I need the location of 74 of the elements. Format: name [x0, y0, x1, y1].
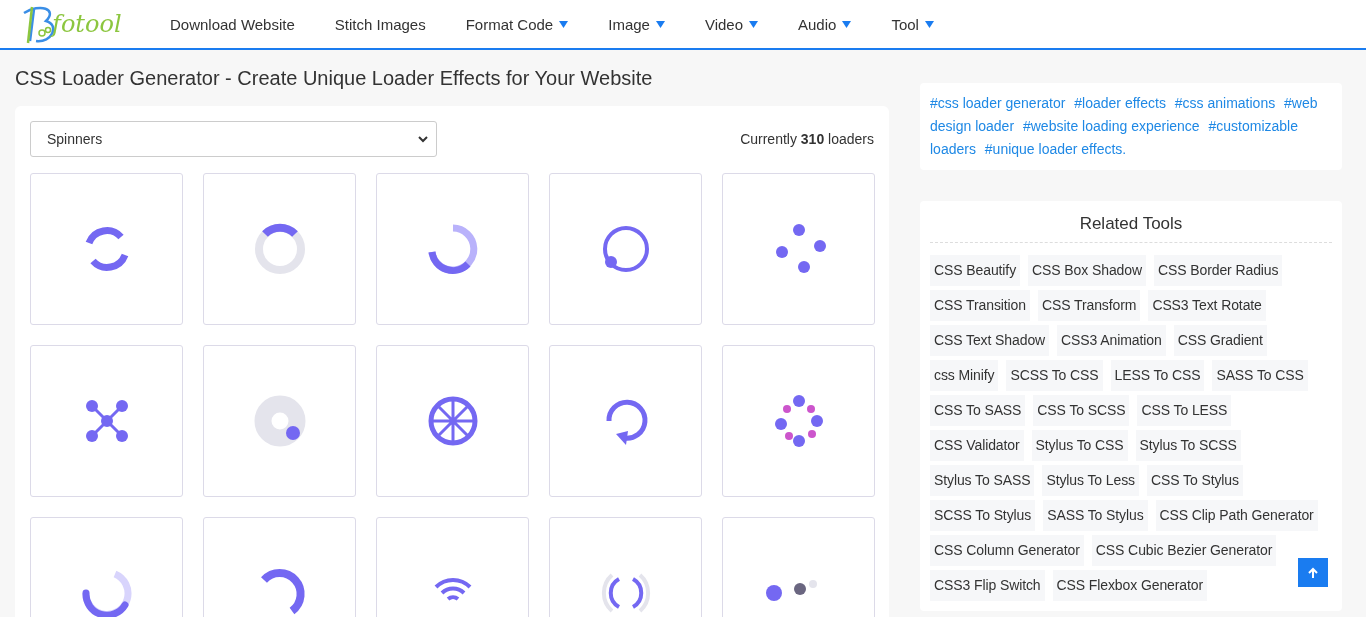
caret-icon — [924, 20, 934, 28]
related-tool-chip[interactable]: CSS Text Shadow — [930, 325, 1050, 356]
back-to-top-button[interactable] — [1298, 558, 1328, 587]
related-tool-chip[interactable]: Stylus To SCSS — [1135, 430, 1241, 461]
nav-link[interactable]: Format Code — [465, 15, 569, 33]
spinner-icon — [254, 395, 305, 447]
related-tool-chip[interactable]: Stylus To SASS — [930, 465, 1035, 496]
loader-tile[interactable] — [203, 173, 356, 325]
related-tool-chip[interactable]: SASS To Stylus — [1043, 500, 1148, 531]
related-tool-chip[interactable]: CSS Flexbox Generator — [1052, 570, 1208, 601]
nav-link[interactable]: Tool — [891, 15, 934, 33]
related-tool-chip[interactable]: SASS To CSS — [1212, 360, 1308, 391]
caret-icon — [842, 20, 852, 28]
page-title: CSS Loader Generator - Create Unique Loader Effects for Your Website — [15, 67, 654, 90]
loader-tile[interactable] — [30, 345, 183, 497]
related-tool-chip[interactable]: CSS3 Flip Switch — [930, 570, 1045, 601]
related-tool-chip[interactable]: CSS To Stylus — [1147, 465, 1243, 496]
nav-link[interactable]: Stitch Images — [334, 15, 426, 33]
category-select[interactable]: Spinners — [30, 121, 437, 157]
nav-link[interactable]: Audio — [798, 15, 852, 33]
section-title: Related Tools — [930, 211, 1332, 243]
dots-icon — [775, 224, 826, 273]
related-tool-chip[interactable]: LESS To CSS — [1110, 360, 1205, 391]
loader-tile[interactable] — [722, 173, 875, 325]
related-tool-chip[interactable]: CSS To LESS — [1137, 395, 1232, 426]
related-tool-chip[interactable]: CSS To SASS — [930, 395, 1026, 426]
refresh-icon — [606, 399, 647, 445]
caret-icon — [559, 20, 569, 28]
related-tool-chip[interactable]: Stylus To CSS — [1031, 430, 1128, 461]
related-tool-chip[interactable]: Stylus To Less — [1042, 465, 1139, 496]
spinner-icon — [85, 227, 128, 271]
related-tool-chip[interactable]: CSS Transform — [1038, 290, 1141, 321]
nav-link[interactable]: Video — [704, 15, 758, 33]
related-tool-chip[interactable]: CSS3 Animation — [1057, 325, 1166, 356]
nav-link[interactable]: Image — [608, 15, 665, 33]
related-tool-chip[interactable]: CSS Cubic Bezier Generator — [1091, 535, 1277, 566]
loader-tile[interactable] — [549, 345, 702, 497]
nav-link[interactable]: Download Website — [170, 15, 295, 33]
loader-tile[interactable] — [376, 345, 529, 497]
arrow-up-icon — [1307, 566, 1319, 579]
related-tool-chip[interactable]: CSS Box Shadow — [1028, 255, 1146, 286]
caret-icon — [749, 20, 758, 28]
signal-icon — [601, 573, 650, 613]
related-tool-chip[interactable]: CSS To SCSS — [1033, 395, 1130, 426]
spinner-icon — [82, 570, 131, 617]
wheel-icon — [428, 396, 477, 446]
spinner-icon — [254, 223, 305, 274]
related-tool-chip[interactable]: CSS Transition — [930, 290, 1030, 321]
loader-tile[interactable] — [203, 345, 356, 497]
nodes-icon — [85, 400, 128, 442]
related-tool-chip[interactable]: SCSS To CSS — [1006, 360, 1103, 391]
related-tool-chip[interactable]: CSS Validator — [930, 430, 1024, 461]
spinner-icon — [428, 224, 477, 274]
loader-tile[interactable] — [376, 173, 529, 325]
loader-tile[interactable] — [30, 173, 183, 325]
hashtag-list: #css loader generator #loader effects #css animations #web design loader #website loading experience #customizable loaders #unique loader effects. — [930, 92, 1332, 161]
related-tool-chip[interactable]: CSS Gradient — [1173, 325, 1267, 356]
loader-count: Currently 310 loaders — [740, 131, 874, 147]
chevron-icon — [418, 135, 428, 143]
related-tool-chip[interactable]: CSS Border Radius — [1153, 255, 1283, 286]
loader-tile[interactable] — [722, 345, 875, 497]
related-tool-chip[interactable]: CSS3 Text Rotate — [1148, 290, 1266, 321]
related-tool-chip[interactable]: css Minify — [930, 360, 999, 391]
spinner-icon — [260, 569, 305, 615]
related-tool-chip[interactable]: CSS Clip Path Generator — [1155, 500, 1318, 531]
caret-icon — [655, 20, 665, 28]
wifi-icon — [433, 578, 472, 601]
related-tool-chip[interactable]: CSS Beautify — [930, 255, 1021, 286]
dots-icon — [774, 395, 823, 447]
loader-tile[interactable] — [549, 173, 702, 325]
dots-icon — [765, 580, 817, 601]
related-tool-chip[interactable]: SCSS To Stylus — [930, 500, 1036, 531]
related-tool-chip[interactable]: CSS Column Generator — [930, 535, 1084, 566]
spinner-icon — [602, 226, 649, 272]
